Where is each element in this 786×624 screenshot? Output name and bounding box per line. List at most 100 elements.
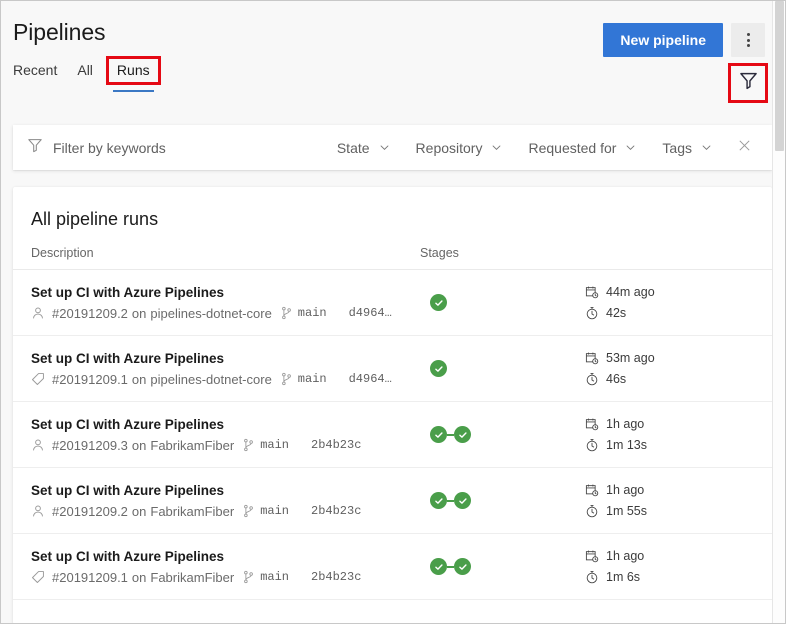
run-started-line: 53m ago	[585, 351, 655, 365]
person-icon	[31, 504, 45, 518]
tab-runs[interactable]: Runs	[109, 59, 158, 82]
column-header-stages: Stages	[420, 246, 772, 260]
run-description-cell: Set up CI with Azure Pipelines #20191209.…	[31, 351, 420, 387]
run-started-line: 1h ago	[585, 549, 644, 563]
tab-recent[interactable]: Recent	[13, 59, 67, 86]
run-stages-cell	[420, 492, 585, 509]
more-dot	[747, 39, 750, 42]
run-number: #20191209.2	[52, 306, 128, 321]
filter-dropdown-state[interactable]: State	[324, 134, 403, 162]
calendar-icon	[585, 417, 599, 431]
list-title: All pipeline runs	[13, 187, 772, 230]
run-repository: FabrikamFiber	[150, 438, 234, 453]
run-commit-hash[interactable]: 2b4b23c	[311, 570, 361, 584]
new-pipeline-button[interactable]: New pipeline	[603, 23, 723, 57]
run-branch[interactable]: main	[242, 504, 289, 518]
run-started-line: 44m ago	[585, 285, 655, 299]
run-description-cell: Set up CI with Azure Pipelines#20191209.…	[31, 417, 420, 453]
run-repository: pipelines-dotnet-core	[150, 306, 271, 321]
filter-dropdowns: State Repository Requested for Tags	[324, 134, 725, 162]
run-number: #20191209.1	[52, 372, 128, 387]
calendar-icon	[585, 351, 599, 365]
filter-toggle-button[interactable]	[728, 63, 768, 103]
run-commit-hash[interactable]: d4964…	[349, 306, 392, 320]
tab-label: Recent	[13, 62, 57, 78]
run-started-time: 1h ago	[606, 417, 644, 431]
run-on-label: on	[132, 306, 146, 321]
run-branch[interactable]: main	[280, 372, 327, 386]
stage-succeeded-icon[interactable]	[430, 294, 447, 311]
run-title-link[interactable]: Set up CI with Azure Pipelines	[31, 483, 420, 498]
run-commit-hash[interactable]: d4964…	[349, 372, 392, 386]
run-started-time: 1h ago	[606, 483, 644, 497]
run-started-time: 1h ago	[606, 549, 644, 563]
table-row[interactable]: Set up CI with Azure Pipelines#20191209.…	[13, 468, 772, 534]
run-meta: #20191209.1onFabrikamFibermain2b4b23c	[31, 570, 420, 585]
run-branch-name: main	[298, 306, 327, 320]
duration-icon	[585, 504, 599, 518]
stage-succeeded-icon[interactable]	[454, 492, 471, 509]
stage-succeeded-icon[interactable]	[454, 558, 471, 575]
filter-dropdown-tags[interactable]: Tags	[649, 134, 725, 162]
person-icon	[31, 438, 45, 452]
branch-icon	[280, 306, 293, 320]
table-row[interactable]: Set up CI with Azure Pipelines#20191209.…	[13, 402, 772, 468]
run-duration-line: 1m 55s	[585, 504, 647, 518]
run-branch[interactable]: main	[242, 570, 289, 584]
table-row[interactable]: Set up CI with Azure Pipelines #20191209.…	[13, 534, 772, 600]
run-title-link[interactable]: Set up CI with Azure Pipelines	[31, 417, 420, 432]
filter-dropdown-requested-for[interactable]: Requested for	[515, 134, 649, 162]
run-meta: #20191209.2 on pipelines-dotnet-core main d4…	[31, 306, 420, 321]
run-started-line: 1h ago	[585, 483, 647, 497]
run-title-link[interactable]: Set up CI with Azure Pipelines	[31, 549, 420, 564]
chevron-down-icon	[625, 142, 636, 153]
calendar-icon	[585, 483, 599, 497]
stage-succeeded-icon[interactable]	[430, 492, 447, 509]
run-number: #20191209.1	[52, 570, 128, 585]
run-meta: #20191209.1onpipelines-dotnet-coremaind4…	[31, 372, 420, 387]
run-commit-hash[interactable]: 2b4b23c	[311, 438, 361, 452]
run-repository: FabrikamFiber	[150, 570, 234, 585]
stage-succeeded-icon[interactable]	[430, 426, 447, 443]
filter-funnel-icon	[739, 71, 758, 95]
run-commit-hash[interactable]: 2b4b23c	[311, 504, 361, 518]
run-meta: #20191209.2onFabrikamFibermain2b4b23c	[31, 504, 420, 519]
scrollbar-thumb[interactable]	[775, 1, 784, 151]
search-input[interactable]: Filter by keywords	[27, 137, 324, 158]
clear-filters-button[interactable]	[725, 132, 762, 164]
column-header-description: Description	[31, 246, 420, 260]
run-branch-name: main	[298, 372, 327, 386]
filter-dropdown-label: Tags	[662, 140, 692, 156]
tag-icon	[31, 372, 45, 386]
tab-all[interactable]: All	[67, 59, 103, 86]
more-options-button[interactable]	[731, 23, 765, 57]
stage-succeeded-icon[interactable]	[430, 360, 447, 377]
stage-succeeded-icon[interactable]	[430, 558, 447, 575]
run-title-link[interactable]: Set up CI with Azure Pipelines	[31, 285, 420, 300]
stage-succeeded-icon[interactable]	[454, 426, 471, 443]
run-stages-cell	[420, 294, 585, 311]
run-duration: 46s	[606, 372, 626, 386]
run-repository: pipelines-dotnet-core	[150, 372, 271, 387]
table-row[interactable]: Set up CI with Azure Pipelines #20191209.…	[13, 336, 772, 402]
duration-icon	[585, 570, 599, 584]
run-title-link[interactable]: Set up CI with Azure Pipelines	[31, 351, 420, 366]
run-meta: #20191209.3onFabrikamFibermain2b4b23c	[31, 438, 420, 453]
pipeline-runs-list: Set up CI with Azure Pipelines #20191209.…	[13, 270, 772, 600]
run-duration-line: 46s	[585, 372, 655, 386]
duration-icon	[585, 438, 599, 452]
vertical-scrollbar[interactable]	[772, 1, 785, 623]
run-branch[interactable]: main	[280, 306, 327, 320]
run-description-cell: Set up CI with Azure Pipelines #20191209.…	[31, 549, 420, 585]
filter-dropdown-repository[interactable]: Repository	[403, 134, 516, 162]
run-branch[interactable]: main	[242, 438, 289, 452]
table-row[interactable]: Set up CI with Azure Pipelines #20191209.…	[13, 270, 772, 336]
filter-dropdown-label: Repository	[416, 140, 483, 156]
branch-icon	[280, 372, 293, 386]
page-header: Pipelines RecentAllRuns New pipeline	[1, 1, 785, 105]
run-duration-line: 1m 6s	[585, 570, 644, 584]
run-duration: 1m 13s	[606, 438, 647, 452]
stage-connector	[447, 434, 454, 436]
more-dot	[747, 44, 750, 47]
pipeline-runs-card: All pipeline runs Description Stages Set…	[13, 187, 772, 624]
